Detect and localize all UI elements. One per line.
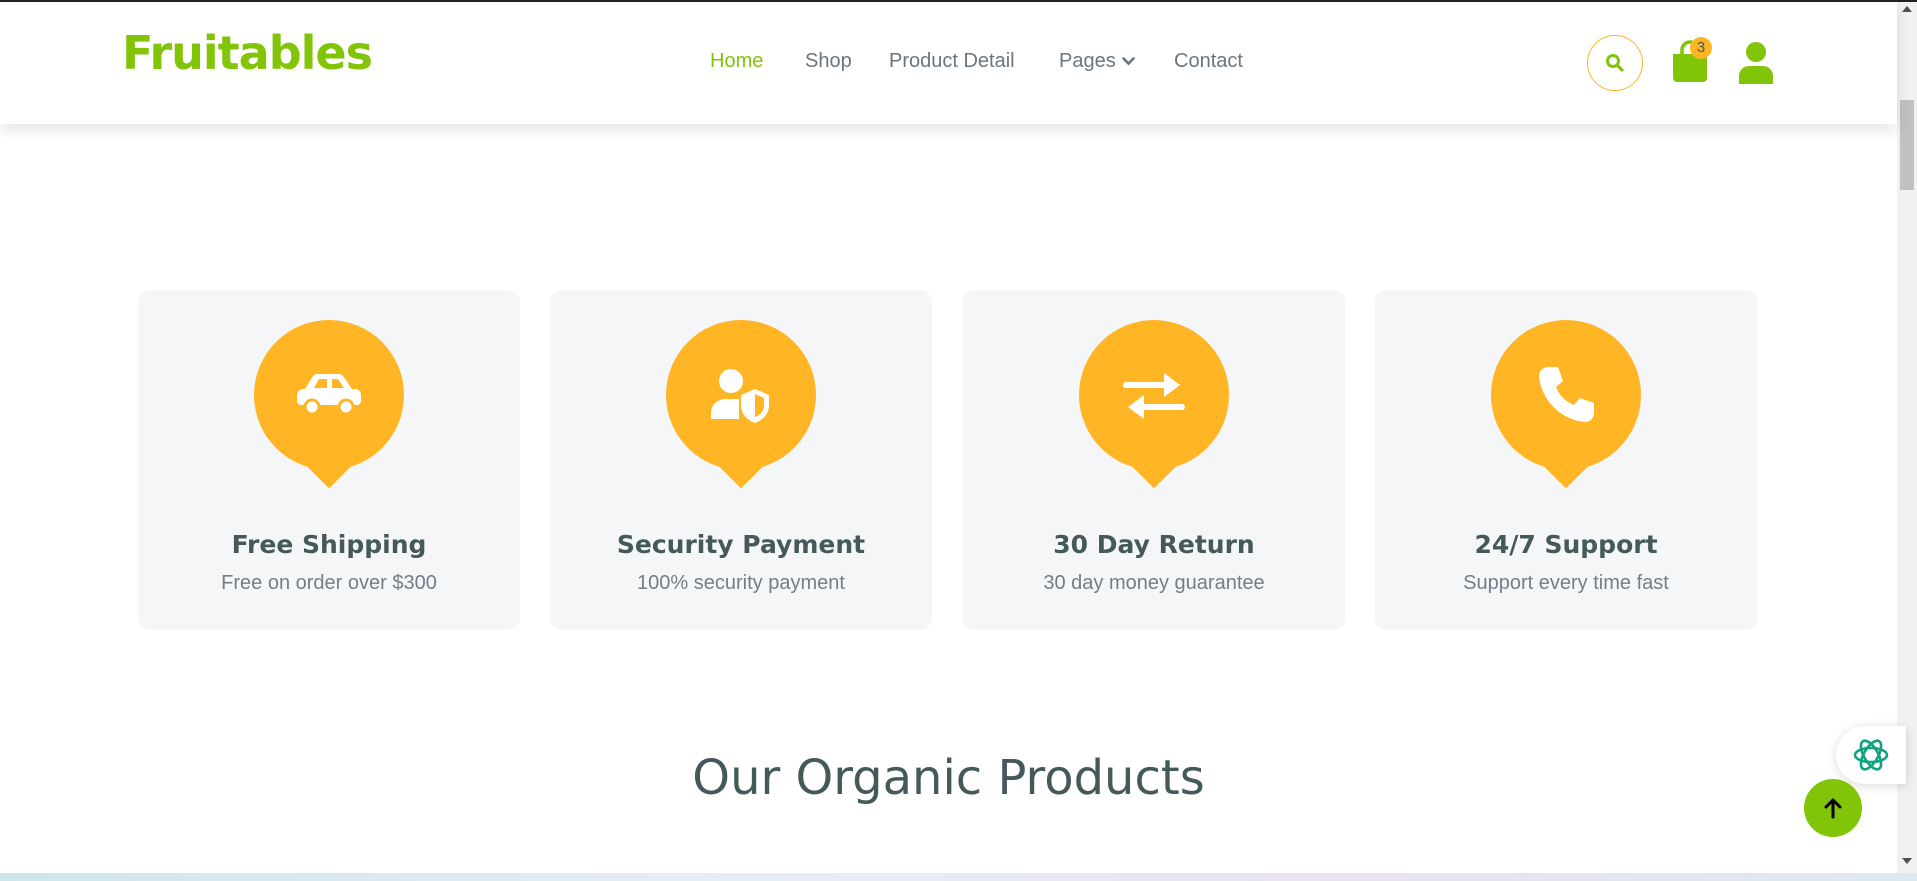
ai-assistant-button[interactable] bbox=[1836, 726, 1906, 784]
chevron-down-icon bbox=[1121, 57, 1135, 66]
user-shield-icon bbox=[711, 369, 769, 423]
feature-title: Security Payment bbox=[616, 530, 866, 559]
feature-title: Free Shipping bbox=[231, 530, 427, 559]
nav-item-pages[interactable]: Pages bbox=[1059, 50, 1135, 73]
scrollbar-thumb[interactable] bbox=[1900, 100, 1914, 190]
nav-item-shop[interactable]: Shop bbox=[805, 50, 852, 73]
feature-title: 30 Day Return bbox=[1053, 530, 1255, 559]
feature-card-return: 30 Day Return 30 day money guarantee bbox=[963, 290, 1345, 630]
feature-subtitle: Support every time fast bbox=[1463, 572, 1669, 594]
scroll-down-arrow[interactable] bbox=[1902, 858, 1912, 864]
nav-item-pages-label: Pages bbox=[1059, 50, 1116, 72]
arrow-up-icon bbox=[1824, 798, 1842, 819]
section-title: Our Organic Products bbox=[692, 750, 1205, 806]
search-icon bbox=[1606, 54, 1624, 72]
nav-item-contact[interactable]: Contact bbox=[1174, 50, 1243, 73]
feature-pin bbox=[1079, 320, 1229, 498]
scroll-up-arrow[interactable] bbox=[1902, 6, 1912, 12]
feature-pin bbox=[254, 320, 404, 498]
feature-card-shipping: Free Shipping Free on order over $300 bbox=[138, 290, 520, 630]
taskbar-strip bbox=[0, 873, 1917, 881]
feature-pin bbox=[666, 320, 816, 498]
openai-icon bbox=[1853, 739, 1889, 771]
nav-item-home[interactable]: Home bbox=[710, 50, 763, 73]
feature-card-support: 24/7 Support Support every time fast bbox=[1375, 290, 1757, 630]
feature-title: 24/7 Support bbox=[1474, 530, 1658, 559]
nav-item-product-detail[interactable]: Product Detail bbox=[889, 50, 1015, 73]
feature-subtitle: 30 day money guarantee bbox=[1043, 572, 1265, 594]
feature-pin bbox=[1491, 320, 1641, 498]
feature-subtitle: Free on order over $300 bbox=[221, 572, 437, 594]
user-icon[interactable] bbox=[1737, 40, 1775, 84]
search-button[interactable] bbox=[1587, 35, 1643, 91]
car-icon bbox=[297, 374, 361, 416]
phone-icon bbox=[1539, 367, 1594, 422]
navbar: Fruitables Home Shop Product Detail Page… bbox=[0, 2, 1897, 124]
feature-subtitle: 100% security payment bbox=[637, 572, 845, 594]
feature-card-payment: Security Payment 100% security payment bbox=[550, 290, 932, 630]
cart-count-badge: 3 bbox=[1690, 37, 1712, 59]
back-to-top-button[interactable] bbox=[1804, 779, 1862, 837]
exchange-icon bbox=[1123, 373, 1185, 419]
